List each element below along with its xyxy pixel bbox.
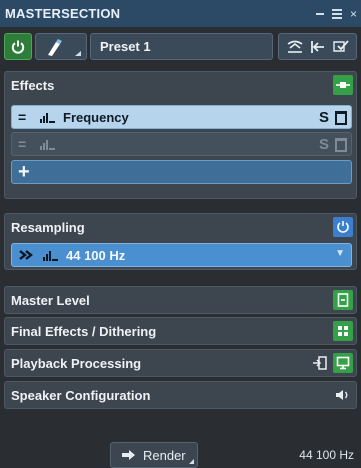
speaker-configuration-header[interactable]: Speaker Configuration <box>5 382 356 408</box>
playback-import-icon[interactable] <box>310 353 330 373</box>
master-level-icon[interactable] <box>333 290 353 310</box>
resampling-power-icon[interactable] <box>333 217 353 237</box>
master-level-section[interactable]: Master Level <box>4 286 357 314</box>
power-button[interactable] <box>4 33 32 60</box>
mastersection-panel: MASTERSECTION × Preset 1 Effects = Frequ… <box>0 0 361 468</box>
minimize-icon[interactable] <box>315 12 324 15</box>
playback-monitor-icon[interactable] <box>333 353 353 373</box>
speaker-configuration-section[interactable]: Speaker Configuration <box>4 381 357 409</box>
drag-handle-icon[interactable]: = <box>18 136 34 152</box>
resampling-section: Resampling 44 100 Hz ▼ <box>4 213 357 270</box>
resampling-rate-select[interactable]: 44 100 Hz ▼ <box>11 243 352 267</box>
resample-arrows-icon <box>19 250 33 260</box>
preset-label: Preset 1 <box>100 39 151 54</box>
preset-selector[interactable]: Preset 1 <box>90 33 273 60</box>
effects-title: Effects <box>11 77 55 93</box>
plugin-chain-icon[interactable] <box>333 75 353 95</box>
effects-header[interactable]: Effects <box>5 72 356 98</box>
solo-icon[interactable]: S <box>319 109 329 126</box>
effects-section: Effects = Frequency S = S + <box>4 71 357 199</box>
master-level-title: Master Level <box>11 292 90 308</box>
window-title: MASTERSECTION <box>5 6 121 21</box>
effect-slot-name: Frequency <box>63 109 129 125</box>
bypass-icon[interactable] <box>335 110 347 125</box>
close-icon[interactable]: × <box>350 7 357 21</box>
solo-icon[interactable]: S <box>319 136 329 153</box>
final-effects-header[interactable]: Final Effects / Dithering <box>5 318 356 344</box>
final-effects-title: Final Effects / Dithering <box>11 323 157 339</box>
drag-handle-icon[interactable]: = <box>18 109 34 125</box>
slot-controls: S <box>319 136 347 153</box>
meter-icon <box>43 249 58 261</box>
speaker-configuration-title: Speaker Configuration <box>11 387 151 403</box>
resampling-title: Resampling <box>11 219 85 235</box>
title-bar: MASTERSECTION × <box>0 0 361 27</box>
bypass-icon[interactable] <box>335 137 347 152</box>
menu-icon[interactable] <box>331 8 342 19</box>
plus-icon: + <box>18 161 30 183</box>
final-effects-section[interactable]: Final Effects / Dithering <box>4 317 357 345</box>
master-level-header[interactable]: Master Level <box>5 287 356 313</box>
title-bar-controls: × <box>315 0 357 27</box>
pen-icon <box>48 39 81 56</box>
add-effect-button[interactable]: + <box>11 160 352 184</box>
preset-actions <box>278 33 357 60</box>
effect-slot-1[interactable]: = Frequency S <box>11 105 352 129</box>
edit-pen-button[interactable] <box>35 33 87 60</box>
meter-icon <box>40 111 55 123</box>
playback-processing-section[interactable]: Playback Processing <box>4 349 357 377</box>
slot-controls: S <box>319 109 347 126</box>
meter-icon <box>40 138 55 150</box>
render-arrow-icon <box>122 450 135 460</box>
speaker-icon[interactable] <box>333 385 353 405</box>
resampling-header[interactable]: Resampling <box>5 214 356 240</box>
final-effects-grid-icon[interactable] <box>333 321 353 341</box>
dropdown-corner-icon <box>189 459 194 464</box>
effect-slot-2[interactable]: = S <box>11 132 352 156</box>
playback-processing-title: Playback Processing <box>11 355 142 371</box>
top-controls: Preset 1 <box>4 31 357 63</box>
chevron-down-icon: ▼ <box>335 248 345 259</box>
reset-icon[interactable] <box>309 39 327 55</box>
collapse-all-icon[interactable] <box>286 39 304 55</box>
resampling-value: 44 100 Hz <box>66 247 126 263</box>
footer-bar: Render 44 100 Hz <box>0 442 361 468</box>
playback-processing-header[interactable]: Playback Processing <box>5 350 356 376</box>
sample-rate-readout: 44 100 Hz <box>299 448 354 462</box>
render-button[interactable]: Render <box>110 442 198 468</box>
power-icon <box>11 40 25 54</box>
render-label: Render <box>143 447 186 463</box>
apply-icon[interactable] <box>332 39 350 55</box>
